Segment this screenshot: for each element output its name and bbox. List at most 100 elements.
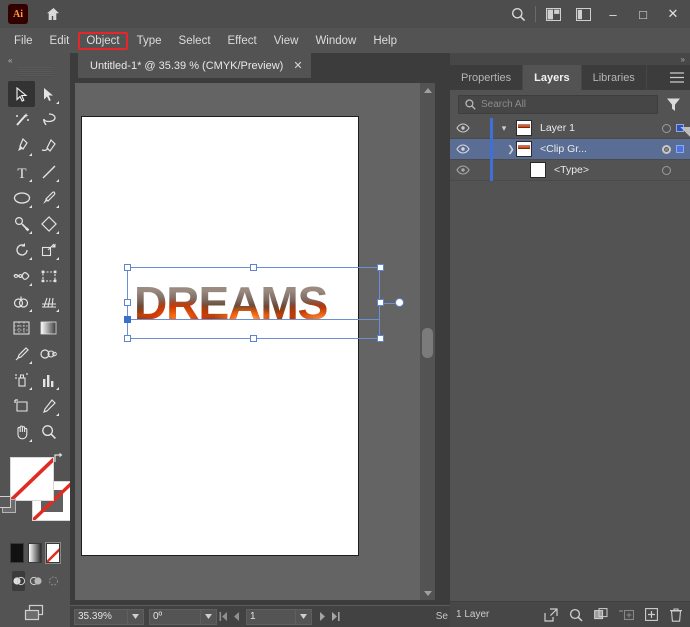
menu-view[interactable]: View (266, 32, 307, 50)
fill-swatch[interactable] (10, 457, 54, 501)
tab-properties[interactable]: Properties (450, 65, 523, 90)
magic-wand-tool[interactable] (8, 107, 35, 133)
panel-resize-corner[interactable] (680, 127, 690, 137)
canvas[interactable]: DREAMS (75, 83, 435, 600)
ellipse-tool[interactable] (8, 185, 35, 211)
panel-collapse-button[interactable]: » (450, 53, 690, 65)
zoom-tool[interactable] (35, 419, 62, 445)
resize-handle-bottom-center[interactable] (250, 335, 257, 342)
rotate-handle[interactable] (395, 298, 404, 307)
menu-edit[interactable]: Edit (42, 32, 78, 50)
make-clipping-mask-icon[interactable] (593, 607, 609, 623)
scale-tool[interactable] (35, 237, 62, 263)
visibility-toggle-icon[interactable] (450, 160, 476, 181)
close-icon[interactable]: ✕ (293, 59, 302, 72)
gradient-swatch[interactable] (28, 543, 42, 563)
lock-toggle[interactable] (476, 139, 490, 160)
shape-builder-tool[interactable] (8, 289, 35, 315)
toolbar-drag-grip[interactable] (18, 67, 52, 77)
menu-select[interactable]: Select (171, 32, 219, 50)
release-to-layers-icon[interactable] (543, 607, 559, 623)
free-transform-tool[interactable] (35, 263, 62, 289)
curvature-tool[interactable] (35, 133, 62, 159)
artwork-group[interactable]: DREAMS (134, 277, 374, 329)
lasso-tool[interactable] (35, 107, 62, 133)
gradient-tool[interactable] (35, 315, 62, 341)
menu-window[interactable]: Window (307, 32, 364, 50)
visibility-toggle-icon[interactable] (450, 139, 476, 160)
lock-toggle[interactable] (476, 118, 490, 139)
change-screen-mode-button[interactable] (0, 591, 70, 623)
resize-handle-top-center[interactable] (250, 264, 257, 271)
minimize-button[interactable]: – (598, 0, 628, 28)
pen-tool[interactable] (8, 133, 35, 159)
status-bar-info-label[interactable]: Se (436, 611, 450, 622)
width-tool[interactable] (8, 263, 35, 289)
rotate-tool[interactable] (8, 237, 35, 263)
scroll-up-arrow[interactable] (420, 83, 435, 98)
line-segment-tool[interactable] (35, 159, 62, 185)
layer-row-type[interactable]: <Type> (450, 160, 690, 181)
rotation-field[interactable]: 0º (149, 609, 201, 625)
tab-layers[interactable]: Layers (523, 65, 581, 90)
disclosure-triangle-clip-group[interactable]: ❯ (493, 139, 515, 160)
search-input[interactable]: Search All (458, 95, 658, 114)
layer-row-layer-1[interactable]: ▾ Layer 1 (450, 118, 690, 139)
target-indicator[interactable] (662, 145, 671, 154)
eraser-tool[interactable] (35, 211, 62, 237)
filter-icon[interactable] (664, 95, 682, 113)
delete-selection-icon[interactable] (668, 607, 684, 623)
swap-fill-stroke-icon[interactable] (52, 451, 66, 465)
search-icon[interactable] (503, 0, 533, 28)
symbol-sprayer-tool[interactable] (8, 367, 35, 393)
document-tab[interactable]: Untitled-1* @ 35.39 % (CMYK/Preview) ✕ (78, 53, 311, 78)
canvas-vertical-scrollbar[interactable] (420, 83, 435, 600)
anchor-point-bottom-left[interactable] (124, 316, 131, 323)
create-new-layer-icon[interactable] (643, 607, 659, 623)
layer-name[interactable]: Layer 1 (540, 122, 575, 134)
edit-toolbar-button[interactable]: ••• (0, 623, 70, 627)
previous-artboard-button[interactable] (230, 608, 243, 626)
menu-type[interactable]: Type (129, 32, 170, 50)
type-tool[interactable]: T (8, 159, 35, 185)
draw-normal-button[interactable] (12, 571, 25, 591)
next-artboard-button[interactable] (316, 608, 329, 626)
resize-handle-bottom-right[interactable] (377, 335, 384, 342)
perspective-grid-tool[interactable] (35, 289, 62, 315)
color-swatch-black[interactable] (10, 543, 24, 563)
panel-options-menu-icon[interactable] (664, 65, 690, 90)
default-fill-stroke-icon[interactable] (2, 499, 16, 513)
blend-tool[interactable] (35, 341, 62, 367)
direct-selection-tool[interactable] (35, 81, 62, 107)
artboard-dropdown-caret[interactable] (296, 609, 312, 625)
arrange-documents-icon[interactable] (538, 0, 568, 28)
resize-handle-middle-right[interactable] (377, 299, 384, 306)
eyedropper-tool[interactable] (8, 341, 35, 367)
target-indicator[interactable] (662, 166, 671, 175)
scrollbar-thumb[interactable] (422, 328, 433, 358)
resize-handle-bottom-left[interactable] (124, 335, 131, 342)
create-new-sublayer-icon[interactable] (618, 607, 634, 623)
column-graph-tool[interactable] (35, 367, 62, 393)
layer-name[interactable]: <Clip Gr... (540, 143, 587, 155)
menu-object[interactable]: Object (78, 32, 127, 50)
close-button[interactable]: ✕ (658, 0, 688, 28)
lock-toggle[interactable] (476, 160, 490, 181)
menu-help[interactable]: Help (365, 32, 405, 50)
layer-row-clip-group[interactable]: ❯ <Clip Gr... (450, 139, 690, 160)
locate-object-icon[interactable] (568, 607, 584, 623)
resize-handle-top-right[interactable] (377, 264, 384, 271)
slice-tool[interactable] (35, 393, 62, 419)
illustrator-logo[interactable]: Ai (8, 4, 28, 24)
artboard-tool[interactable] (8, 393, 35, 419)
first-artboard-button[interactable] (217, 608, 230, 626)
target-indicator[interactable] (662, 124, 671, 133)
zoom-level-field[interactable]: 35.39% (74, 609, 128, 625)
artboard-number-field[interactable]: 1 (246, 609, 296, 625)
maximize-button[interactable]: □ (628, 0, 658, 28)
menu-effect[interactable]: Effect (220, 32, 265, 50)
layer-name[interactable]: <Type> (554, 164, 589, 176)
zoom-dropdown-caret[interactable] (128, 609, 144, 625)
home-icon[interactable] (42, 4, 64, 24)
paintbrush-tool[interactable] (35, 185, 62, 211)
